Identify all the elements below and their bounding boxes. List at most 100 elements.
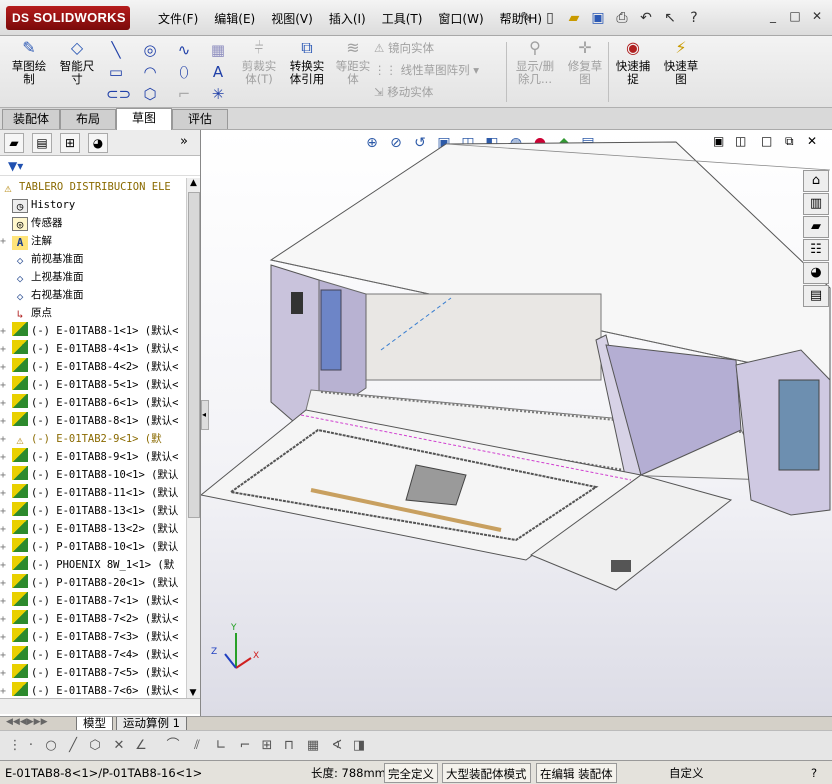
expand-icon[interactable]: + xyxy=(0,431,12,449)
save-icon[interactable]: ▣ xyxy=(587,7,609,29)
expand-icon[interactable]: + xyxy=(0,539,12,557)
tree-item[interactable]: + (-) E-01TAB8-7<3> (默认< xyxy=(0,628,186,646)
graphics-area[interactable]: ⊕ ⊘ ↺ ▣ ◫ ◧ ◍ ● ◆ ▤ ▣ ◫ □ ⧉ ✕ xyxy=(201,130,832,716)
display-delete-relations-button[interactable]: ⚲ 显示/删 除几... xyxy=(510,38,560,104)
tree-item[interactable]: + (-) E-01TAB8-10<1> (默认 xyxy=(0,466,186,484)
collapse-pane-icon[interactable]: ◂ xyxy=(201,400,209,430)
parallel-tool-icon[interactable]: ⫽ xyxy=(188,737,206,755)
tree-item[interactable]: + (-) PHOENIX 8W_1<1> (默 xyxy=(0,556,186,574)
tree-item[interactable]: + (-) E-01TAB8-11<1> (默认 xyxy=(0,484,186,502)
repair-sketch-button[interactable]: ✛ 修复草 图 xyxy=(562,38,608,104)
expand-icon[interactable]: + xyxy=(0,557,12,575)
expand-icon[interactable]: + xyxy=(0,593,12,611)
tab-layout[interactable]: 布局 xyxy=(60,109,116,129)
tab-sketch[interactable]: 草图 xyxy=(116,108,172,130)
polygon-icon[interactable]: ⬡ xyxy=(140,84,160,104)
tree-item[interactable]: + (-) E-01TAB8-9<1> (默认< xyxy=(0,448,186,466)
tree-item[interactable]: ◇ 前视基准面 xyxy=(0,250,186,268)
tree-item[interactable]: + (-) E-01TAB8-13<2> (默认 xyxy=(0,520,186,538)
tree-item[interactable]: + (-) E-01TAB8-7<4> (默认< xyxy=(0,646,186,664)
tree-item[interactable]: + (-) E-01TAB8-4<1> (默认< xyxy=(0,340,186,358)
expand-icon[interactable]: + xyxy=(0,413,12,431)
sketch-button[interactable]: ✎ 草图绘 制 xyxy=(6,38,52,104)
expand-icon[interactable]: + xyxy=(0,521,12,539)
grid-snap-icon[interactable]: ⊞ xyxy=(258,737,276,755)
expand-icon[interactable]: + xyxy=(0,683,12,698)
appearances-icon[interactable]: ◕ xyxy=(803,262,829,284)
arc-icon[interactable]: ◠ xyxy=(140,62,160,82)
expand-icon[interactable]: + xyxy=(0,665,12,683)
new-document-icon[interactable]: ▯ xyxy=(539,7,561,29)
undo-icon[interactable]: ↶ xyxy=(635,7,657,29)
dimension-snap-icon[interactable]: ⊓ xyxy=(280,737,298,755)
rapid-sketch-button[interactable]: ⚡ 快速草 图 xyxy=(658,38,704,104)
menu-view[interactable]: 视图(V) xyxy=(263,8,321,28)
tree-item[interactable]: ◎ 传感器 xyxy=(0,214,186,232)
tree-item[interactable]: + (-) E-01TAB8-7<1> (默认< xyxy=(0,592,186,610)
tree-item[interactable]: + ⚠ (-) E-01TAB2-9<1> (默 xyxy=(0,430,186,448)
close-button[interactable]: ✕ xyxy=(808,8,826,24)
rectangle-icon[interactable]: ▭ xyxy=(106,62,126,82)
select-icon[interactable]: ↖ xyxy=(659,7,681,29)
home-icon[interactable]: ⌂ xyxy=(803,170,829,192)
tab-scroll-icon[interactable]: ◀◀◀▶▶▶ xyxy=(6,717,48,727)
property-manager-icon[interactable]: ▤ xyxy=(32,133,52,153)
angle-snap-icon[interactable]: ∢ xyxy=(328,737,346,755)
menu-edit[interactable]: 编辑(E) xyxy=(206,8,263,28)
expand-icon[interactable]: + xyxy=(0,449,12,467)
feature-manager-icon[interactable]: ▰ xyxy=(4,133,24,153)
construction-icon[interactable]: ▦ xyxy=(208,40,228,60)
expand-icon[interactable]: + xyxy=(0,233,12,251)
line-icon[interactable]: ╲ xyxy=(106,40,126,60)
line-tool-icon[interactable]: ╱ xyxy=(64,737,82,755)
tree-item[interactable]: + (-) E-01TAB8-4<2> (默认< xyxy=(0,358,186,376)
configuration-manager-icon[interactable]: ⊞ xyxy=(60,133,80,153)
view-palette-icon[interactable]: ☷ xyxy=(803,239,829,261)
spline-icon[interactable]: ∿ xyxy=(174,40,194,60)
expand-icon[interactable]: + xyxy=(0,647,12,665)
smart-dimension-button[interactable]: ◇ 智能尺 寸 xyxy=(54,38,100,104)
scroll-up-icon[interactable]: ▲ xyxy=(187,178,200,190)
scroll-down-icon[interactable]: ▼ xyxy=(187,688,199,698)
pin-icon[interactable]: ✎ xyxy=(515,7,537,29)
convert-entities-button[interactable]: ⧉ 转换实 体引用 xyxy=(284,38,330,104)
bracket-tool-icon[interactable]: ⌐ xyxy=(236,737,254,755)
menu-file[interactable]: 文件(F) xyxy=(150,8,206,28)
tree-root[interactable]: ⚠ TABLERO DISTRIBUCION ELE xyxy=(0,178,186,196)
polygon-tool-icon[interactable]: ⬡ xyxy=(86,737,104,755)
quick-snaps-button[interactable]: ◉ 快速捕 捉 xyxy=(610,38,656,104)
mirror-entities-button[interactable]: ⚠ 镜向实体 xyxy=(374,38,434,58)
help-status-icon[interactable]: ? xyxy=(808,763,820,783)
tree-item[interactable]: ◷ History xyxy=(0,196,186,214)
tree-item[interactable]: + (-) P-01TAB8-10<1> (默认 xyxy=(0,538,186,556)
expand-icon[interactable]: + xyxy=(0,611,12,629)
tab-model[interactable]: 模型 xyxy=(76,717,113,731)
expand-icon[interactable]: + xyxy=(0,323,12,341)
circle-icon[interactable]: ◎ xyxy=(140,40,160,60)
tree-horizontal-scrollbar[interactable] xyxy=(0,698,200,714)
tree-item[interactable]: + (-) E-01TAB8-7<2> (默认< xyxy=(0,610,186,628)
menu-insert[interactable]: 插入(I) xyxy=(321,8,374,28)
point-icon[interactable]: ✳ xyxy=(208,84,228,104)
expand-icon[interactable]: + xyxy=(0,359,12,377)
tab-evaluate[interactable]: 评估 xyxy=(172,109,228,129)
print-icon[interactable]: ⎙ xyxy=(611,7,633,29)
tab-motion-study[interactable]: 运动算例 1 xyxy=(116,717,187,731)
move-entities-button[interactable]: ⇲ 移动实体 xyxy=(374,82,433,102)
file-explorer-icon[interactable]: ▰ xyxy=(803,216,829,238)
tree-item[interactable]: ↳ 原点 xyxy=(0,304,186,322)
tree-filter[interactable]: ▼▾ xyxy=(0,156,200,176)
solidworks-logo[interactable]: DS SOLIDWORKS xyxy=(6,6,130,30)
custom-properties-icon[interactable]: ▤ xyxy=(803,285,829,307)
open-icon[interactable]: ▰ xyxy=(563,7,585,29)
tree-item[interactable]: ◇ 上视基准面 xyxy=(0,268,186,286)
tree-item[interactable]: + (-) P-01TAB8-20<1> (默认 xyxy=(0,574,186,592)
trim-entities-button[interactable]: ⫩ 剪裁实 体(T) xyxy=(236,38,282,104)
point-tool-icon[interactable]: · xyxy=(22,737,40,755)
tree-item[interactable]: + (-) E-01TAB8-7<5> (默认< xyxy=(0,664,186,682)
grid-icon[interactable]: ▦ xyxy=(304,737,322,755)
tangent-tool-icon[interactable]: ⌒ xyxy=(164,737,182,755)
tab-assembly[interactable]: 装配体 xyxy=(2,109,60,129)
expand-icon[interactable]: + xyxy=(0,503,12,521)
expand-icon[interactable]: + xyxy=(0,575,12,593)
